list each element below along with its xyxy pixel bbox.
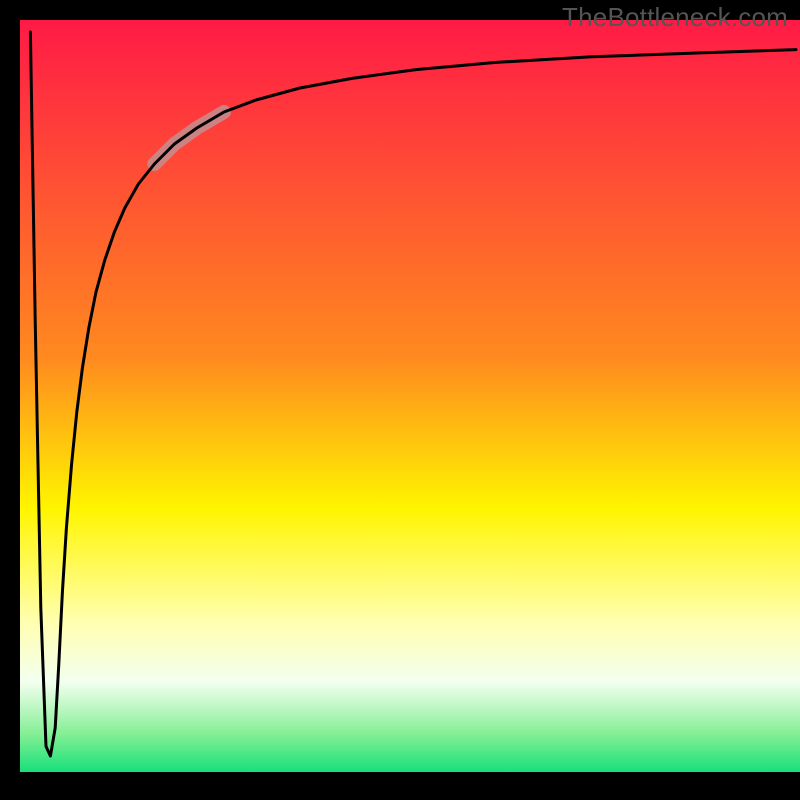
chart-container: TheBottleneck.com bbox=[0, 0, 800, 800]
axis-frame-bottom bbox=[0, 772, 800, 800]
axis-frame-left bbox=[0, 0, 20, 800]
bottleneck-chart bbox=[0, 0, 800, 800]
watermark-label: TheBottleneck.com bbox=[562, 2, 788, 33]
gradient-background bbox=[20, 20, 800, 772]
